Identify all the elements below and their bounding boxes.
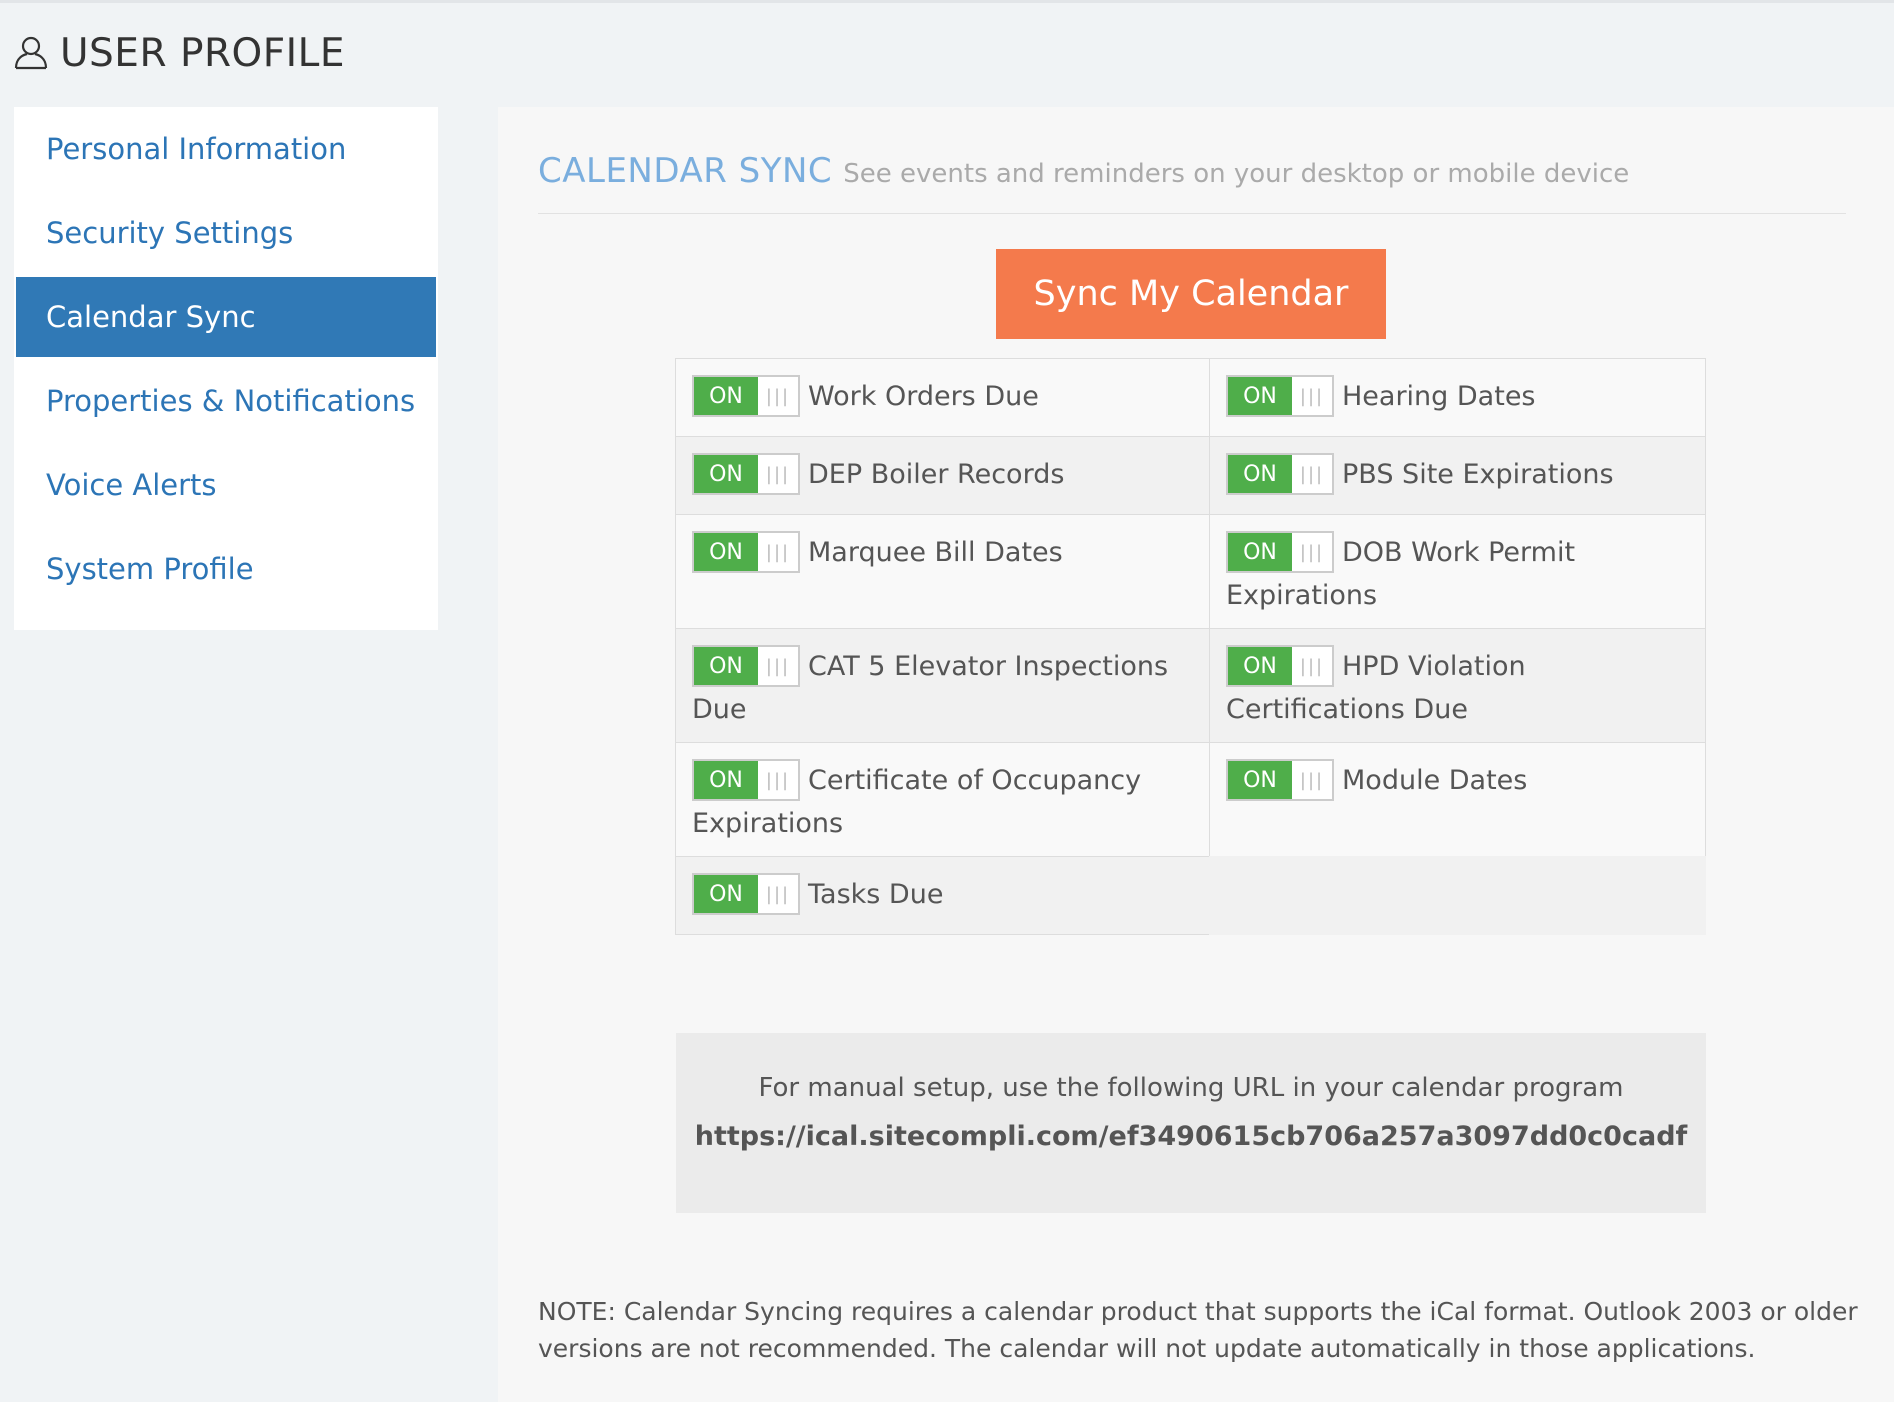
toggle-handle-icon: ||| <box>1299 385 1325 407</box>
option-certificate-of-occupancy-expirations: ON ||| Certificate of Occupancy Expiration… <box>675 742 1210 857</box>
toggle-on-label: ON <box>694 875 758 913</box>
toggle-handle-icon: ||| <box>1299 541 1325 563</box>
toggle-on-label: ON <box>1228 455 1292 493</box>
sidebar-item-personal-information[interactable]: Personal Information <box>16 109 436 189</box>
sidebar-item-properties-notifications[interactable]: Properties & Notifications <box>16 361 436 441</box>
toggle-handle-icon: ||| <box>1299 769 1325 791</box>
toggle-switch[interactable]: ON ||| <box>692 453 800 495</box>
toggle-handle-icon: ||| <box>765 883 791 905</box>
toggle-switch[interactable]: ON ||| <box>1226 453 1334 495</box>
page-title: USER PROFILE <box>60 31 346 76</box>
toggle-on-label: ON <box>694 647 758 685</box>
option-dep-boiler-records: ON ||| DEP Boiler Records <box>675 436 1210 515</box>
toggle-switch[interactable]: ON ||| <box>692 645 800 687</box>
toggle-handle-icon: ||| <box>765 541 791 563</box>
toggle-on-label: ON <box>1228 533 1292 571</box>
toggle-switch[interactable]: ON ||| <box>1226 645 1334 687</box>
toggle-handle-icon: ||| <box>765 463 791 485</box>
toggle-handle-icon: ||| <box>1299 655 1325 677</box>
toggle-on-label: ON <box>694 455 758 493</box>
option-label: Module Dates <box>1342 765 1528 796</box>
toggle-on-label: ON <box>694 533 758 571</box>
option-label: Marquee Bill Dates <box>808 537 1063 568</box>
toggle-on-label: ON <box>1228 377 1292 415</box>
toggle-switch[interactable]: ON ||| <box>1226 375 1334 417</box>
option-marquee-bill-dates: ON ||| Marquee Bill Dates <box>675 514 1210 629</box>
sync-calendar-button[interactable]: Sync My Calendar <box>996 249 1386 339</box>
option-label: Work Orders Due <box>808 381 1039 412</box>
manual-setup-box: For manual setup, use the following URL … <box>676 1033 1706 1213</box>
option-dob-work-permit-expirations: ON ||| DOB Work Permit Expirations <box>1209 514 1706 629</box>
sidebar-item-calendar-sync[interactable]: Calendar Sync <box>16 277 436 357</box>
toggle-on-label: ON <box>1228 761 1292 799</box>
manual-setup-text: For manual setup, use the following URL … <box>758 1073 1624 1103</box>
option-tasks-due: ON ||| Tasks Due <box>675 856 1210 935</box>
option-label: DEP Boiler Records <box>808 459 1065 490</box>
toggle-switch[interactable]: ON ||| <box>1226 759 1334 801</box>
section-subtitle: See events and reminders on your desktop… <box>843 159 1630 189</box>
empty-cell <box>1209 856 1706 935</box>
option-label: Hearing Dates <box>1342 381 1536 412</box>
compatibility-note: NOTE: Calendar Syncing requires a calend… <box>538 1297 1858 1363</box>
sidebar-item-voice-alerts[interactable]: Voice Alerts <box>16 445 436 525</box>
toggle-on-label: ON <box>694 761 758 799</box>
page-header: USER PROFILE <box>12 31 345 76</box>
user-icon <box>12 33 50 75</box>
sidebar-item-security-settings[interactable]: Security Settings <box>16 193 436 273</box>
toggle-switch[interactable]: ON ||| <box>692 531 800 573</box>
toggle-on-label: ON <box>694 377 758 415</box>
toggle-on-label: ON <box>1228 647 1292 685</box>
sync-options-grid: ON ||| Work Orders Due ON ||| Hearing Dates … <box>675 358 1706 935</box>
option-label: Tasks Due <box>808 879 944 910</box>
main-panel: CALENDAR SYNC See events and reminders o… <box>498 107 1894 1402</box>
toggle-handle-icon: ||| <box>765 385 791 407</box>
toggle-handle-icon: ||| <box>765 655 791 677</box>
toggle-handle-icon: ||| <box>1299 463 1325 485</box>
option-hearing-dates: ON ||| Hearing Dates <box>1209 358 1706 437</box>
toggle-switch[interactable]: ON ||| <box>692 759 800 801</box>
toggle-switch[interactable]: ON ||| <box>692 873 800 915</box>
section-header: CALENDAR SYNC See events and reminders o… <box>538 151 1846 214</box>
option-pbs-site-expirations: ON ||| PBS Site Expirations <box>1209 436 1706 515</box>
toggle-handle-icon: ||| <box>765 769 791 791</box>
ical-url[interactable]: https://ical.sitecompli.com/ef3490615cb7… <box>676 1121 1706 1152</box>
option-work-orders-due: ON ||| Work Orders Due <box>675 358 1210 437</box>
toggle-switch[interactable]: ON ||| <box>692 375 800 417</box>
option-hpd-violation-certifications-due: ON ||| HPD Violation Certifications Due <box>1209 628 1706 743</box>
option-module-dates: ON ||| Module Dates <box>1209 742 1706 857</box>
sidebar: Personal Information Security Settings C… <box>14 107 438 630</box>
option-label: PBS Site Expirations <box>1342 459 1614 490</box>
section-title: CALENDAR SYNC <box>538 151 833 191</box>
option-cat5-elevator-inspections-due: ON ||| CAT 5 Elevator Inspections Due <box>675 628 1210 743</box>
toggle-switch[interactable]: ON ||| <box>1226 531 1334 573</box>
sidebar-item-system-profile[interactable]: System Profile <box>16 529 436 609</box>
